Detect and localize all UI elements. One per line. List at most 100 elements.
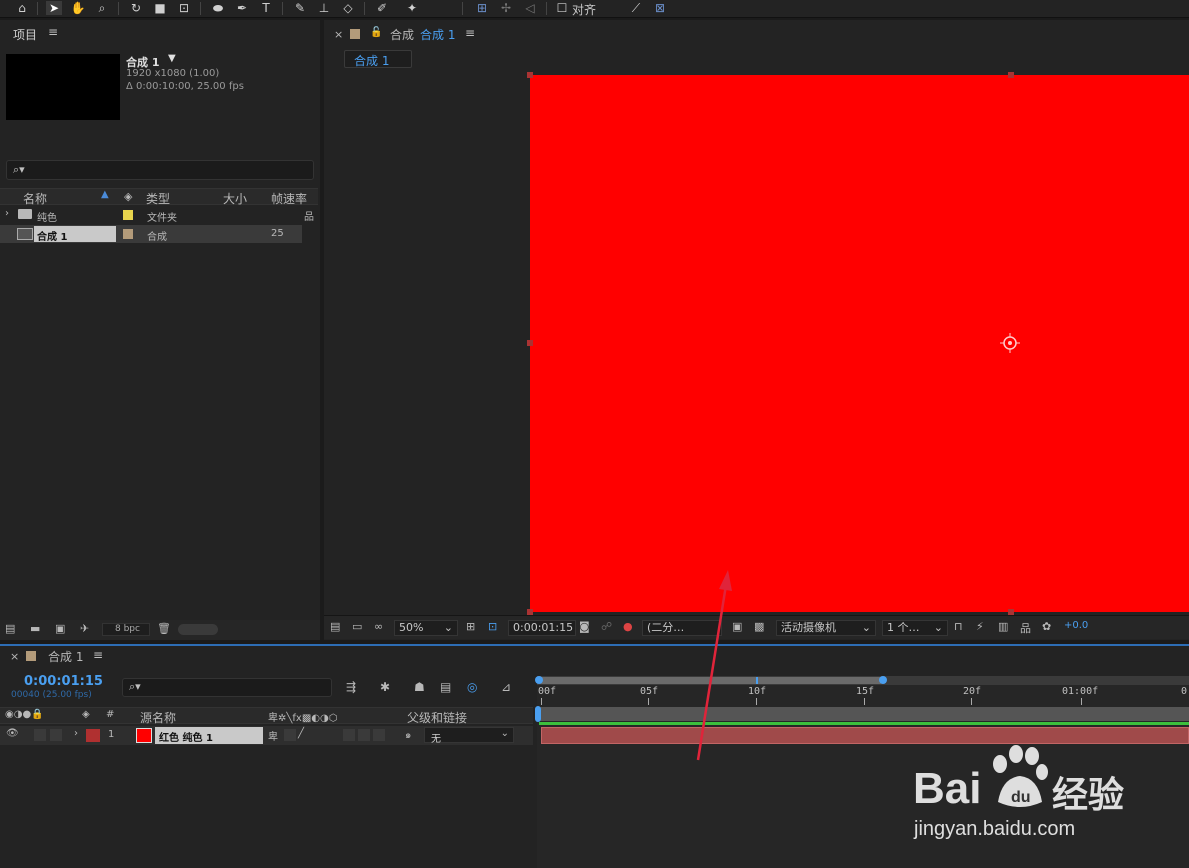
eraser-tool-icon[interactable]: ◇ <box>340 1 356 15</box>
render-queue-icon[interactable]: ✈ <box>80 622 89 635</box>
bpc-button[interactable]: 8 bpc <box>102 623 150 636</box>
flowchart-icon[interactable]: 品 <box>1020 620 1031 636</box>
sort-ascending-icon[interactable]: ▲ <box>101 189 109 200</box>
snap-icon[interactable]: ⟋ <box>628 1 644 15</box>
chevron-right-icon[interactable]: › <box>74 728 78 739</box>
column-name[interactable]: 名称 <box>23 190 47 207</box>
layer-handle[interactable] <box>527 72 533 78</box>
graph-editor-icon[interactable]: ⊿ <box>501 680 511 694</box>
label-color[interactable] <box>86 729 100 742</box>
timeline-tab-name[interactable]: 合成 1 <box>48 648 83 665</box>
always-preview-icon[interactable]: ▤ <box>330 620 340 633</box>
checkerboard-icon[interactable]: ▩ <box>754 620 764 633</box>
layer-handle[interactable] <box>1008 72 1014 78</box>
switches-header-icon[interactable]: 卑✲╲fx▩◐◑⬡ <box>268 709 337 724</box>
layer-handle[interactable] <box>527 340 533 346</box>
column-source-name[interactable]: 源名称 <box>140 709 176 726</box>
lock-toggle[interactable] <box>50 729 62 741</box>
pick-whip-icon[interactable]: ๑ <box>405 728 411 743</box>
table-row[interactable]: 👁 › 1 红色 纯色 1 卑 ╱ ๑ 无 ⌄ <box>0 726 533 745</box>
panel-menu-icon[interactable]: ≡ <box>93 648 103 662</box>
viewer-timecode[interactable]: 0:00:01:15 <box>508 620 576 636</box>
switch-box[interactable] <box>358 729 370 741</box>
solo-toggle[interactable] <box>34 729 46 741</box>
parent-dropdown[interactable]: 无 ⌄ <box>424 727 514 745</box>
layer-name[interactable]: 红色 纯色 1 <box>159 729 213 744</box>
lock-icon[interactable]: 🔓 <box>370 27 382 38</box>
frame-blending-icon[interactable]: ▤ <box>440 680 451 694</box>
ellipse-tool-icon[interactable]: ⬬ <box>210 1 226 15</box>
exposure-icon[interactable]: ✿ <box>1042 620 1051 633</box>
work-area-bar[interactable] <box>539 707 1189 721</box>
pen-tool-icon[interactable]: ✒ <box>234 1 250 15</box>
list-item[interactable]: › 纯色 文件夹 品 <box>0 206 318 224</box>
shy-switch-icon[interactable]: 卑 <box>268 728 278 743</box>
work-area-start-handle[interactable] <box>535 706 541 722</box>
av-features-icon[interactable]: ◉◑●🔒 <box>5 709 44 720</box>
red-solid-layer[interactable] <box>530 75 1189 612</box>
new-comp-icon[interactable]: ▣ <box>55 622 65 635</box>
snap-options-icon[interactable]: ⊠ <box>652 1 668 15</box>
label-tag-icon[interactable]: ◈ <box>124 190 132 203</box>
label-tag-icon[interactable]: ◈ <box>82 709 90 720</box>
roto-brush-tool-icon[interactable]: ✐ <box>374 1 390 15</box>
local-axis-icon[interactable]: ⊞ <box>474 1 490 15</box>
panel-menu-icon[interactable]: ≡ <box>465 26 475 40</box>
rotate-tool-icon[interactable]: ↻ <box>128 1 144 15</box>
mask-visibility-icon[interactable]: ∞ <box>374 620 383 633</box>
snapshot-camera-icon[interactable]: ◙ <box>579 620 590 633</box>
anchor-point-icon[interactable] <box>1000 333 1020 353</box>
views-dropdown[interactable]: 1 个… ⌄ <box>882 620 948 636</box>
zoom-dropdown[interactable]: 50% ⌄ <box>394 620 458 636</box>
list-item[interactable]: 合成 1 合成 25 <box>0 225 302 243</box>
panel-menu-icon[interactable]: ≡ <box>48 25 58 39</box>
trash-icon[interactable]: 🗑 <box>157 622 171 635</box>
transparency-grid-icon[interactable]: ⊡ <box>488 620 497 633</box>
camera-dropdown[interactable]: 活动摄像机 ⌄ <box>776 620 876 636</box>
type-tool-icon[interactable]: T <box>258 1 274 15</box>
monitor-icon[interactable]: ▭ <box>352 620 362 633</box>
draft-3d-icon[interactable]: ✱ <box>380 680 390 694</box>
switch-box[interactable] <box>284 729 296 741</box>
quality-switch-icon[interactable]: ╱ <box>298 728 304 739</box>
shy-layers-icon[interactable]: ☗ <box>414 680 425 694</box>
motion-blur-icon[interactable]: ◎ <box>467 680 477 694</box>
home-icon[interactable]: ⌂ <box>14 1 30 15</box>
clone-stamp-tool-icon[interactable]: ⊥ <box>316 1 332 15</box>
column-fps[interactable]: 帧速率 <box>271 190 307 207</box>
toggle-pixel-aspect-icon[interactable]: ⊓ <box>954 620 963 633</box>
flowchart-icon[interactable]: 品 <box>304 208 314 223</box>
project-search-input[interactable]: ⌕▾ <box>6 160 314 180</box>
brush-tool-icon[interactable]: ✎ <box>292 1 308 15</box>
close-icon[interactable]: × <box>10 650 19 663</box>
current-time-display[interactable]: 0:00:01:15 <box>24 674 103 689</box>
label-color[interactable] <box>123 210 133 220</box>
puppet-tool-icon[interactable]: ✦ <box>404 1 420 15</box>
comp-flowchart-icon[interactable]: ⇶ <box>346 680 356 694</box>
viewer-tab-prefix[interactable]: 合成 <box>390 26 414 43</box>
eye-icon[interactable]: 👁 <box>6 728 19 739</box>
exposure-value[interactable]: +0.0 <box>1064 620 1088 631</box>
navigator-start-handle[interactable] <box>535 676 543 684</box>
timeline-icon[interactable]: ▥ <box>998 620 1008 633</box>
chevron-right-icon[interactable]: › <box>5 208 9 219</box>
fast-preview-icon[interactable]: ⚡ <box>976 620 984 633</box>
hand-tool-icon[interactable]: ✋ <box>70 1 86 15</box>
pan-behind-tool-icon[interactable]: ⊡ <box>176 1 192 15</box>
label-color[interactable] <box>123 229 133 239</box>
column-size[interactable]: 大小 <box>223 190 247 207</box>
zoom-tool-icon[interactable]: ⌕ <box>94 1 110 15</box>
column-parent[interactable]: 父级和链接 <box>407 709 467 726</box>
comp-subtab[interactable]: 合成 1 <box>344 50 412 68</box>
selection-tool-icon[interactable]: ➤ <box>46 1 62 15</box>
timeline-search-input[interactable]: ⌕▾ <box>122 678 332 697</box>
interpret-footage-icon[interactable]: ▤ <box>5 622 15 635</box>
column-type[interactable]: 类型 <box>146 190 170 207</box>
viewer-tab-name[interactable]: 合成 1 <box>420 26 455 43</box>
navigator-end-handle[interactable] <box>879 676 887 684</box>
show-snapshot-icon[interactable]: ☍ <box>601 620 612 633</box>
scrollbar-thumb[interactable] <box>178 624 218 635</box>
new-folder-icon[interactable]: ▬ <box>30 622 40 635</box>
world-axis-icon[interactable]: ✢ <box>498 1 514 15</box>
switch-box[interactable] <box>343 729 355 741</box>
